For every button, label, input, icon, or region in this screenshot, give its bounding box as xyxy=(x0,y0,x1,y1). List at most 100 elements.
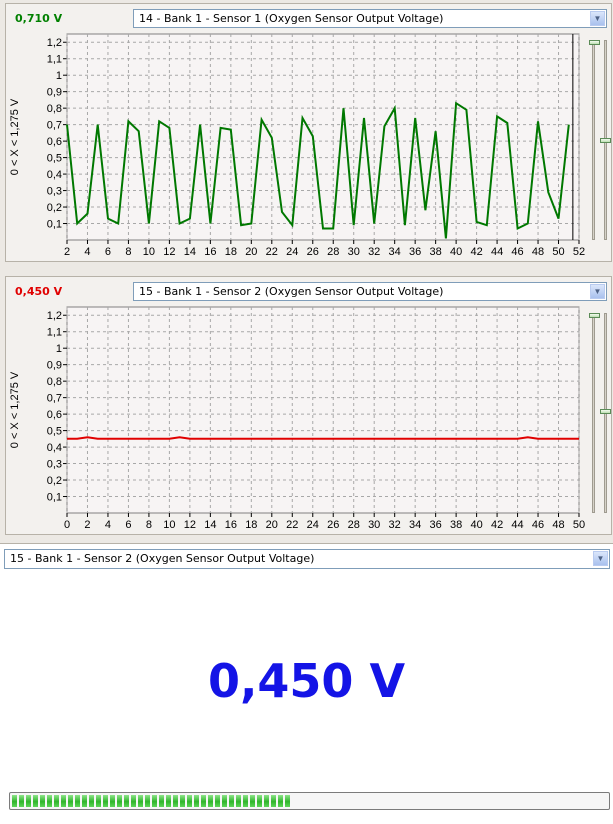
x-tick-label: 48 xyxy=(532,246,544,258)
sensor-select-value: 14 - Bank 1 - Sensor 1 (Oxygen Sensor Ou… xyxy=(139,12,444,25)
scale-sliders xyxy=(589,40,611,250)
progress-segment xyxy=(110,795,115,807)
progress-segment xyxy=(180,795,185,807)
y-tick-label: 0,9 xyxy=(47,360,62,372)
y-tick-label: 0,1 xyxy=(47,219,62,231)
x-tick-label: 46 xyxy=(511,246,523,258)
x-tick-label: 16 xyxy=(204,246,216,258)
x-tick-label: 12 xyxy=(184,519,196,531)
x-tick-label: 50 xyxy=(552,246,564,258)
max-scale-slider-thumb[interactable] xyxy=(589,40,600,45)
y-tick-label: 0,7 xyxy=(47,393,62,405)
y-tick-label: 1,1 xyxy=(47,327,62,339)
x-tick-label: 6 xyxy=(125,519,131,531)
sensor-select[interactable]: 14 - Bank 1 - Sensor 1 (Oxygen Sensor Ou… xyxy=(133,9,607,28)
min-scale-slider-thumb[interactable] xyxy=(600,138,611,143)
sensor-2-voltage-chart: 0,10,20,30,40,50,60,70,80,911,11,20 2 4 6 8 1… xyxy=(9,306,585,531)
progress-bar-fill xyxy=(12,795,292,807)
scale-sliders xyxy=(589,313,611,523)
progress-segment xyxy=(166,795,171,807)
x-tick-label: 40 xyxy=(450,246,462,258)
chevron-down-icon[interactable]: ▼ xyxy=(593,551,608,566)
x-tick-label: 6 xyxy=(105,246,111,258)
y-tick-label: 0,3 xyxy=(47,459,62,471)
progress-segment xyxy=(229,795,234,807)
x-tick-label: 44 xyxy=(491,246,503,258)
progress-segment xyxy=(47,795,52,807)
chart-panel-sensor-1: 0,1 0,2 0,3 0,4 0,5 0,6 0,7 0,8 0,9 1 1,1 1,2 2 4 6 8 10… xyxy=(5,3,612,262)
progress-segment xyxy=(236,795,241,807)
large-value-display: 0,450 V xyxy=(207,654,406,708)
x-tick-label: 12 xyxy=(163,246,175,258)
progress-segment xyxy=(33,795,38,807)
progress-segment xyxy=(19,795,24,807)
x-tick-label: 8 xyxy=(125,246,131,258)
x-tick-label: 24 xyxy=(307,519,319,531)
y-tick-label: 0,2 xyxy=(47,475,62,487)
sensor-select[interactable]: 15 - Bank 1 - Sensor 2 (Oxygen Sensor Ou… xyxy=(133,282,607,301)
y-tick-label: 0,4 xyxy=(47,169,62,181)
plot-area xyxy=(66,33,580,241)
progress-segment xyxy=(89,795,94,807)
x-tick-label: 46 xyxy=(532,519,544,531)
x-tick-label: 36 xyxy=(430,519,442,531)
x-tick-label: 38 xyxy=(430,246,442,258)
x-tick-label: 32 xyxy=(368,246,380,258)
x-tick-label: 2 xyxy=(64,246,70,258)
x-tick-label: 32 xyxy=(389,519,401,531)
progress-segment xyxy=(264,795,269,807)
y-tick-label: 1 xyxy=(56,343,62,355)
progress-segment xyxy=(117,795,122,807)
x-tick-label: 10 xyxy=(163,519,175,531)
max-scale-slider-track[interactable] xyxy=(592,40,595,240)
progress-segment xyxy=(54,795,59,807)
max-scale-slider-thumb[interactable] xyxy=(589,313,600,318)
progress-segment xyxy=(222,795,227,807)
value-progress-bar xyxy=(9,792,610,810)
progress-segment xyxy=(201,795,206,807)
digital-gauge-panel: 15 - Bank 1 - Sensor 2 (Oxygen Sensor Ou… xyxy=(0,543,613,824)
x-tick-label: 44 xyxy=(511,519,523,531)
y-tick-label: 0,6 xyxy=(47,136,62,148)
y-tick-label: 1,2 xyxy=(47,37,62,49)
x-tick-label: 26 xyxy=(327,519,339,531)
x-tick-label: 20 xyxy=(266,519,278,531)
x-tick-label: 42 xyxy=(491,519,503,531)
x-tick-label: 4 xyxy=(84,246,90,258)
progress-segment xyxy=(187,795,192,807)
chevron-down-icon[interactable]: ▼ xyxy=(590,11,605,26)
x-tick-label: 14 xyxy=(184,246,196,258)
chevron-down-icon[interactable]: ▼ xyxy=(590,284,605,299)
y-axis-label: 0 < X < 1,275 V xyxy=(9,98,21,175)
current-value-readout: 0,710 V xyxy=(15,12,63,25)
x-tick-label: 20 xyxy=(245,246,257,258)
y-tick-label: 0,7 xyxy=(47,120,62,132)
x-tick-label: 10 xyxy=(143,246,155,258)
chart-panel-sensor-2: 0,1 0,2 0,3 0,4 0,5 0,6 0,7 0,8 0,9 1 1,1 1,2 0 2 4 6 8 1… xyxy=(5,276,612,535)
progress-segment xyxy=(278,795,283,807)
x-tick-label: 26 xyxy=(307,246,319,258)
x-tick-label: 24 xyxy=(286,246,298,258)
x-tick-label: 22 xyxy=(286,519,298,531)
x-tick-label: 8 xyxy=(146,519,152,531)
progress-segment xyxy=(131,795,136,807)
sensor-select[interactable]: 15 - Bank 1 - Sensor 2 (Oxygen Sensor Ou… xyxy=(4,549,610,569)
progress-segment xyxy=(215,795,220,807)
x-tick-label: 36 xyxy=(409,246,421,258)
min-scale-slider-thumb[interactable] xyxy=(600,409,611,414)
y-tick-label: 0,8 xyxy=(47,376,62,388)
y-tick-label: 0,6 xyxy=(47,409,62,421)
progress-segment xyxy=(145,795,150,807)
x-tick-label: 18 xyxy=(245,519,257,531)
x-tick-label: 14 xyxy=(204,519,216,531)
y-tick-label: 0,5 xyxy=(47,426,62,438)
x-tick-label: 16 xyxy=(225,519,237,531)
progress-segment xyxy=(194,795,199,807)
progress-segment xyxy=(75,795,80,807)
y-tick-label: 0,1 xyxy=(47,492,62,504)
max-scale-slider-track[interactable] xyxy=(592,313,595,513)
x-tick-label: 38 xyxy=(450,519,462,531)
y-tick-label: 0,3 xyxy=(47,186,62,198)
progress-segment xyxy=(152,795,157,807)
progress-segment xyxy=(103,795,108,807)
